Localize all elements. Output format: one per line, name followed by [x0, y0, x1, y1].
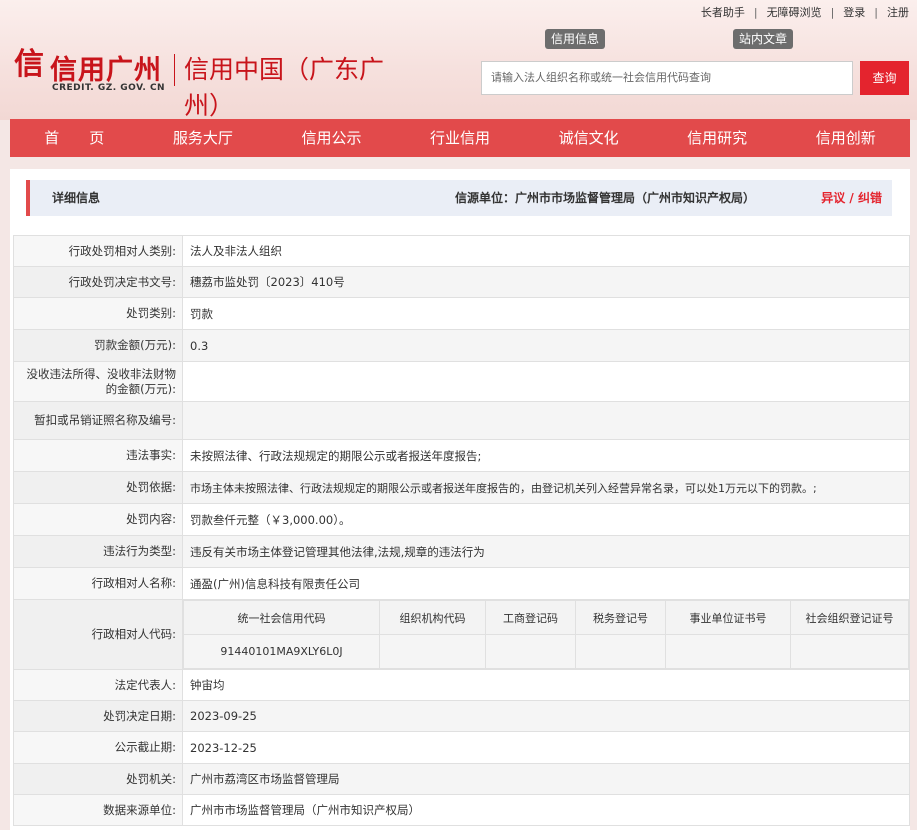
- search-tabs: 信用信息 站内文章: [545, 29, 805, 49]
- field-value: 穗荔市监处罚〔2023〕410号: [182, 266, 910, 298]
- field-label: 行政相对人名称:: [13, 567, 183, 600]
- table-row: 数据来源单位: 广州市市场监督管理局（广州市知识产权局）: [13, 794, 910, 826]
- field-label: 处罚类别:: [13, 297, 183, 330]
- field-label: 行政相对人代码:: [13, 599, 183, 670]
- logo-domain: CREDIT. GZ. GOV. CN: [52, 83, 166, 93]
- field-value: 广州市荔湾区市场监督管理局: [182, 763, 910, 795]
- table-row: 处罚内容: 罚款叁仟元整（￥3,000.00）。: [13, 503, 910, 536]
- code-header-row: 统一社会信用代码 组织机构代码 工商登记码 税务登记号 事业单位证书号 社会组织…: [183, 600, 909, 635]
- field-value: 2023-12-25: [182, 731, 910, 764]
- code-table-cell: 统一社会信用代码 组织机构代码 工商登记码 税务登记号 事业单位证书号 社会组织…: [182, 599, 910, 670]
- separator: |: [753, 5, 758, 19]
- site-logo[interactable]: 信 信用广州 信用中国（广东广州） CREDIT. GZ. GOV. CN: [14, 42, 394, 120]
- code-value: [485, 634, 576, 669]
- code-header: 组织机构代码: [379, 600, 486, 635]
- table-row: 处罚类别: 罚款: [13, 297, 910, 330]
- table-row: 行政处罚相对人类别: 法人及非法人组织: [13, 235, 910, 267]
- field-label: 法定代表人:: [13, 669, 183, 701]
- code-value: [665, 634, 791, 669]
- field-value: 罚款: [182, 297, 910, 330]
- field-label: 行政处罚相对人类别:: [13, 235, 183, 267]
- field-label: 暂扣或吊销证照名称及编号:: [13, 401, 183, 440]
- nav-item-credit-research[interactable]: 信用研究: [653, 119, 782, 157]
- nav-item-industry-credit[interactable]: 行业信用: [396, 119, 525, 157]
- field-label: 数据来源单位:: [13, 794, 183, 826]
- logo-name: 信用广州: [50, 55, 162, 86]
- separator: |: [830, 5, 835, 19]
- field-label: 处罚依据:: [13, 471, 183, 504]
- field-value: 市场主体未按照法律、行政法规规定的期限公示或者报送年度报告的，由登记机关列入经营…: [182, 471, 910, 504]
- table-row: 行政相对人代码: 统一社会信用代码 组织机构代码 工商登记码 税务登记号 事业单…: [13, 599, 910, 670]
- code-value: [379, 634, 486, 669]
- code-header: 社会组织登记证号: [790, 600, 909, 635]
- table-row: 处罚依据: 市场主体未按照法律、行政法规规定的期限公示或者报送年度报告的，由登记…: [13, 471, 910, 504]
- code-value: [575, 634, 666, 669]
- code-header: 工商登记码: [485, 600, 576, 635]
- field-value: 2023-09-25: [182, 700, 910, 732]
- code-value: 91440101MA9XLY6L0J: [183, 634, 380, 669]
- search-input[interactable]: 请输入法人组织名称或统一社会信用代码查询: [481, 61, 853, 95]
- table-row: 违法事实: 未按照法律、行政法规规定的期限公示或者报送年度报告;: [13, 439, 910, 472]
- tab-credit-info[interactable]: 信用信息: [545, 29, 606, 49]
- code-header: 事业单位证书号: [665, 600, 791, 635]
- field-label: 处罚内容:: [13, 503, 183, 536]
- field-value: 罚款叁仟元整（￥3,000.00）。: [182, 503, 910, 536]
- field-value: 广州市市场监督管理局（广州市知识产权局）: [182, 794, 910, 826]
- field-value: 未按照法律、行政法规规定的期限公示或者报送年度报告;: [182, 439, 910, 472]
- field-value: [182, 361, 910, 402]
- code-value-row: 91440101MA9XLY6L0J: [183, 634, 909, 669]
- login-link[interactable]: 登录: [843, 4, 865, 20]
- table-row: 罚款金额(万元): 0.3: [13, 329, 910, 362]
- field-value: [182, 401, 910, 440]
- field-label: 没收违法所得、没收非法财物的金额(万元):: [13, 361, 183, 402]
- tab-site-articles[interactable]: 站内文章: [733, 29, 794, 49]
- detail-panel: 详细信息 信源单位：广州市市场监督管理局（广州市知识产权局） 异议 / 纠错 行…: [10, 169, 910, 830]
- register-link[interactable]: 注册: [887, 4, 909, 20]
- table-row: 暂扣或吊销证照名称及编号:: [13, 401, 910, 440]
- logo-name-secondary: 信用中国（广东广州）: [184, 55, 385, 120]
- detail-title: 详细信息: [52, 191, 101, 205]
- field-value: 通盈(广州)信息科技有限责任公司: [182, 567, 910, 600]
- field-value: 违反有关市场主体登记管理其他法律,法规,规章的违法行为: [182, 535, 910, 568]
- table-row: 处罚决定日期: 2023-09-25: [13, 700, 910, 732]
- nav-item-home[interactable]: 首 页: [10, 119, 139, 157]
- field-label: 违法事实:: [13, 439, 183, 472]
- table-row: 法定代表人: 钟宙均: [13, 669, 910, 701]
- top-links: 长者助手 | 无障碍浏览 | 登录 | 注册: [701, 4, 909, 20]
- field-label: 罚款金额(万元):: [13, 329, 183, 362]
- nav-item-service-hall[interactable]: 服务大厅: [139, 119, 268, 157]
- search-button[interactable]: 查询: [860, 61, 909, 95]
- field-value: 法人及非法人组织: [182, 235, 910, 267]
- nav-item-integrity-culture[interactable]: 诚信文化: [524, 119, 653, 157]
- nav-item-credit-publicity[interactable]: 信用公示: [267, 119, 396, 157]
- elder-assistant-link[interactable]: 长者助手: [701, 4, 745, 20]
- field-label: 公示截止期:: [13, 731, 183, 764]
- field-label: 处罚机关:: [13, 763, 183, 795]
- field-value: 钟宙均: [182, 669, 910, 701]
- field-label: 行政处罚决定书文号:: [13, 266, 183, 298]
- table-row: 处罚机关: 广州市荔湾区市场监督管理局: [13, 763, 910, 795]
- detail-header: 详细信息 信源单位：广州市市场监督管理局（广州市知识产权局） 异议 / 纠错: [26, 180, 892, 216]
- table-row: 公示截止期: 2023-12-25: [13, 731, 910, 764]
- main-nav: 首 页 服务大厅 信用公示 行业信用 诚信文化 信用研究 信用创新: [10, 119, 910, 157]
- nav-item-credit-innovation[interactable]: 信用创新: [781, 119, 910, 157]
- accessibility-link[interactable]: 无障碍浏览: [767, 4, 822, 20]
- table-row: 行政相对人名称: 通盈(广州)信息科技有限责任公司: [13, 567, 910, 600]
- field-label: 处罚决定日期:: [13, 700, 183, 732]
- source-unit: 信源单位：广州市市场监督管理局（广州市知识产权局）: [455, 191, 756, 205]
- logo-mark: 信: [14, 47, 44, 82]
- field-value: 0.3: [182, 329, 910, 362]
- table-row: 没收违法所得、没收非法财物的金额(万元):: [13, 361, 910, 402]
- table-row: 行政处罚决定书文号: 穗荔市监处罚〔2023〕410号: [13, 266, 910, 298]
- table-row: 违法行为类型: 违反有关市场主体登记管理其他法律,法规,规章的违法行为: [13, 535, 910, 568]
- detail-table: 行政处罚相对人类别: 法人及非法人组织 行政处罚决定书文号: 穗荔市监处罚〔20…: [13, 235, 910, 826]
- field-label: 违法行为类型:: [13, 535, 183, 568]
- separator: |: [874, 5, 878, 19]
- code-table: 统一社会信用代码 组织机构代码 工商登记码 税务登记号 事业单位证书号 社会组织…: [183, 600, 909, 669]
- code-header: 税务登记号: [575, 600, 666, 635]
- code-value: [790, 634, 909, 669]
- logo-divider: [174, 54, 175, 86]
- code-header: 统一社会信用代码: [183, 600, 380, 635]
- objection-link[interactable]: 异议 / 纠错: [821, 180, 882, 216]
